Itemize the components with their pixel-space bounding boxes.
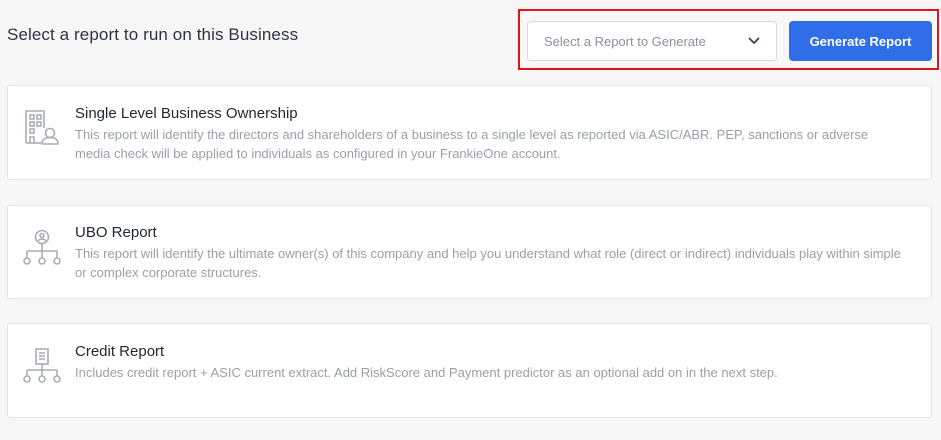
report-card-description: Includes credit report + ASIC current ex… <box>75 365 778 380</box>
report-card-text: Single Level Business Ownership This rep… <box>75 105 901 163</box>
generate-report-button[interactable]: Generate Report <box>789 21 932 61</box>
report-card-text: Credit Report Includes credit report + A… <box>75 343 901 382</box>
report-card-title: Single Level Business Ownership <box>75 105 298 122</box>
document-tree-icon <box>22 346 62 386</box>
report-card-single-level-ownership[interactable]: Single Level Business Ownership This rep… <box>7 85 932 180</box>
report-select-dropdown[interactable]: Select a Report to Generate <box>527 21 777 61</box>
report-selection-page: Select a report to run on this Business … <box>0 0 941 440</box>
ownership-tree-icon <box>22 228 62 268</box>
report-card-title: UBO Report <box>75 224 157 241</box>
page-title: Select a report to run on this Business <box>7 25 299 44</box>
report-card-description: This report will identify the ultimate o… <box>75 246 901 280</box>
report-card-ubo[interactable]: UBO Report This report will identify the… <box>7 205 932 299</box>
report-card-title: Credit Report <box>75 343 165 360</box>
report-card-credit[interactable]: Credit Report Includes credit report + A… <box>7 323 932 418</box>
report-card-description: This report will identify the directors … <box>75 127 869 161</box>
report-select-placeholder: Select a Report to Generate <box>544 33 706 49</box>
report-card-text: UBO Report This report will identify the… <box>75 224 901 282</box>
chevron-down-icon <box>748 37 760 45</box>
building-person-icon <box>22 108 62 148</box>
